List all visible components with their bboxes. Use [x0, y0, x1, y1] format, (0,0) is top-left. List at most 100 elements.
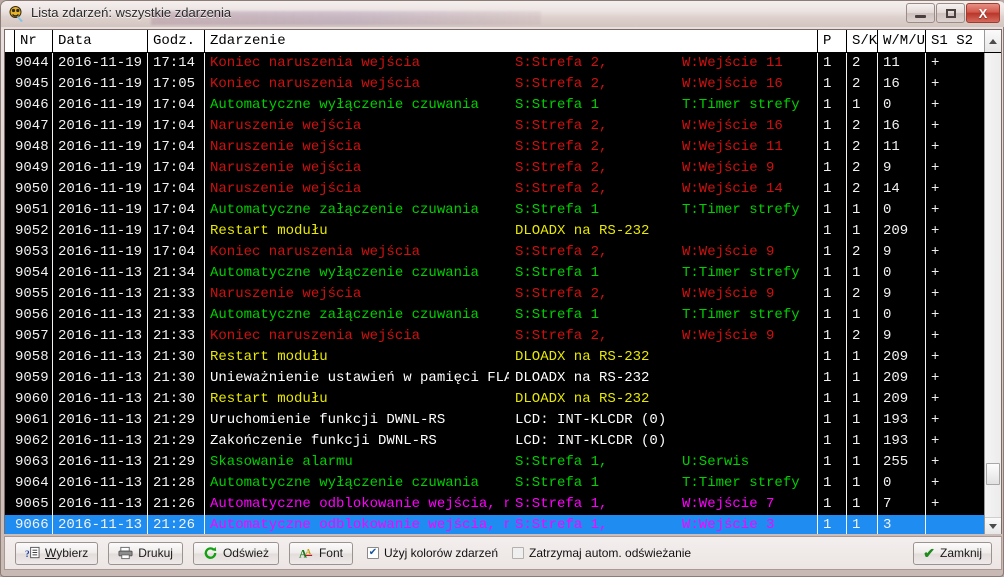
column-separator — [52, 431, 53, 452]
close-button[interactable]: ✔ Zamknij — [913, 541, 992, 565]
table-row[interactable]: 9049 2016-11-19 17:04 Naruszenie wejścia S:S… — [5, 158, 986, 179]
column-separator — [52, 137, 53, 158]
column-separator — [877, 221, 878, 242]
table-row[interactable]: 9055 2016-11-13 21:33 Naruszenie wejścia S:S… — [5, 284, 986, 305]
cell-sk: 1 — [852, 223, 861, 239]
cell-zrodlo: T:Timer strefy — [682, 307, 800, 323]
minimize-icon — [915, 14, 926, 18]
use-colors-checkbox[interactable]: ✔ Użyj kolorów zdarzeń — [366, 546, 498, 560]
cell-s1: + — [931, 475, 940, 491]
column-separator — [204, 221, 205, 242]
column-separator — [147, 74, 148, 95]
cell-nr: 9055 — [15, 286, 49, 302]
table-row[interactable]: 9059 2016-11-13 21:30 Unieważnienie ustawie… — [5, 368, 986, 389]
cell-nr: 9048 — [15, 139, 49, 155]
grid-header-p[interactable]: P — [818, 30, 847, 52]
table-row[interactable]: 9044 2016-11-19 17:14 Koniec naruszenia wej… — [5, 53, 986, 74]
grid-header-nr[interactable]: Nr — [15, 30, 53, 52]
scroll-up-button[interactable] — [984, 30, 1001, 52]
table-row[interactable]: 9054 2016-11-13 21:34 Automatyczne wyłączen… — [5, 263, 986, 284]
grid-header-godz[interactable]: Godz. — [148, 30, 205, 52]
maximize-button[interactable] — [936, 3, 965, 23]
column-separator — [147, 158, 148, 179]
table-row[interactable]: 9061 2016-11-13 21:29 Uruchomienie funkcji … — [5, 410, 986, 431]
cell-godz: 21:29 — [153, 433, 196, 449]
stop-autorefresh-checkbox[interactable]: Zatrzymaj autom. odświeżanie — [512, 546, 691, 560]
cell-p: 1 — [823, 496, 832, 512]
cell-wmu: 0 — [883, 97, 892, 113]
table-row[interactable]: 9050 2016-11-19 17:04 Naruszenie wejścia S:S… — [5, 179, 986, 200]
table-row[interactable]: 9046 2016-11-19 17:04 Automatyczne wyłączen… — [5, 95, 986, 116]
cell-data: 2016-11-19 — [58, 55, 143, 71]
cell-data: 2016-11-19 — [58, 181, 143, 197]
grid-header-data[interactable]: Data — [53, 30, 148, 52]
column-separator — [846, 95, 847, 116]
column-separator — [147, 179, 148, 200]
title-bar[interactable]: Lista zdarzeń: wszystkie zdarzenia X — [1, 1, 1004, 27]
table-row[interactable]: 9053 2016-11-19 17:04 Koniec naruszenia wej… — [5, 242, 986, 263]
grid-header-zdarzenie[interactable]: Zdarzenie — [205, 30, 818, 52]
cell-zdarzenie: Uruchomienie funkcji DWNL-RS — [210, 412, 446, 428]
refresh-button[interactable]: Odśwież — [192, 541, 279, 565]
cell-data: 2016-11-19 — [58, 118, 143, 134]
column-separator — [925, 368, 926, 389]
cell-nr: 9045 — [15, 76, 49, 92]
scrollbar-thumb[interactable] — [986, 463, 1000, 485]
cell-sk: 1 — [852, 202, 861, 218]
table-row[interactable]: 9057 2016-11-13 21:33 Koniec naruszenia wej… — [5, 326, 986, 347]
table-row[interactable]: 9060 2016-11-13 21:30 Restart modułu DLOADX … — [5, 389, 986, 410]
column-separator — [846, 326, 847, 347]
cell-s1: + — [931, 160, 940, 176]
cell-godz: 21:28 — [153, 475, 196, 491]
column-separator — [52, 305, 53, 326]
grid-body[interactable]: 9044 2016-11-19 17:14 Koniec naruszenia wej… — [5, 53, 1001, 534]
table-row[interactable]: 9063 2016-11-13 21:29 Skasowanie alarmu S:St… — [5, 452, 986, 473]
font-button[interactable]: A A Font — [288, 541, 353, 565]
table-row[interactable]: 9058 2016-11-13 21:30 Restart modułu DLOADX … — [5, 347, 986, 368]
column-separator — [147, 137, 148, 158]
column-separator — [52, 221, 53, 242]
cell-wmu: 209 — [883, 391, 909, 407]
grid-header-wmu[interactable]: W/M/U — [878, 30, 926, 52]
table-row[interactable]: 9047 2016-11-19 17:04 Naruszenie wejścia S:S… — [5, 116, 986, 137]
bottom-toolbar: ? Wybierz Drukuj Odśwież A A Font ✔ Użyj… — [4, 536, 1002, 570]
cell-strefa: DLOADX na RS-232 — [515, 370, 650, 386]
cell-sk: 2 — [852, 286, 861, 302]
table-row[interactable]: 9045 2016-11-19 17:05 Koniec naruszenia wej… — [5, 74, 986, 95]
column-separator — [52, 494, 53, 515]
grid-header-s1[interactable]: S1 S2 — [926, 30, 986, 52]
column-separator — [817, 158, 818, 179]
table-row[interactable]: 9065 2016-11-13 21:26 Automatyczne odblokow… — [5, 494, 986, 515]
column-separator — [204, 158, 205, 179]
grid-header-sk[interactable]: S/K — [847, 30, 878, 52]
table-row[interactable]: 9062 2016-11-13 21:29 Zakończenie funkcji D… — [5, 431, 986, 452]
select-button[interactable]: ? Wybierz — [15, 541, 99, 565]
column-separator — [925, 494, 926, 515]
cell-nr: 9044 — [15, 55, 49, 71]
cell-s1: + — [931, 370, 940, 386]
column-separator — [925, 53, 926, 74]
table-row[interactable]: 9051 2016-11-19 17:04 Automatyczne załączen… — [5, 200, 986, 221]
grid-corner-cell — [5, 30, 15, 52]
cell-nr: 9058 — [15, 349, 49, 365]
table-row[interactable]: 9066 2016-11-13 21:26 Automatyczne odblokow… — [5, 515, 986, 534]
table-row[interactable]: 9048 2016-11-19 17:04 Naruszenie wejścia S:S… — [5, 137, 986, 158]
column-separator — [817, 116, 818, 137]
cell-s1: + — [931, 349, 940, 365]
print-button[interactable]: Drukuj — [108, 541, 183, 565]
vertical-scrollbar[interactable] — [984, 53, 1001, 534]
cell-sk: 1 — [852, 97, 861, 113]
close-window-button[interactable]: X — [966, 3, 1000, 23]
column-separator — [147, 452, 148, 473]
scroll-down-button[interactable] — [985, 517, 1001, 534]
cell-godz: 17:05 — [153, 76, 196, 92]
cell-sk: 1 — [852, 412, 861, 428]
scrollbar-track[interactable] — [985, 53, 1001, 534]
table-row[interactable]: 9052 2016-11-19 17:04 Restart modułu DLOADX … — [5, 221, 986, 242]
cell-strefa: S:Strefa 2, — [515, 181, 608, 197]
table-row[interactable]: 9056 2016-11-13 21:33 Automatyczne załączen… — [5, 305, 986, 326]
minimize-button[interactable] — [906, 3, 935, 23]
table-row[interactable]: 9064 2016-11-13 21:28 Automatyczne wyłączen… — [5, 473, 986, 494]
font-icon: A A — [299, 547, 313, 560]
cell-zdarzenie: Automatyczne załączenie czuwania — [210, 202, 479, 218]
